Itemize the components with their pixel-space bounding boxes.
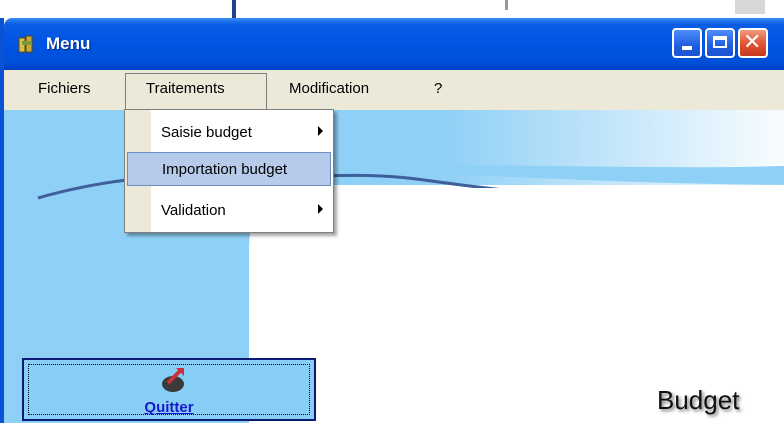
menu-item-importation-budget[interactable]: Importation budget <box>127 152 331 186</box>
menu-traitements[interactable]: Traitements <box>146 80 225 97</box>
minimize-icon <box>682 46 692 50</box>
close-button[interactable]: ✕ <box>738 28 768 58</box>
background-edge <box>505 0 508 10</box>
quit-button[interactable]: Quitter <box>22 358 316 421</box>
quit-button-label: Quitter <box>144 399 194 416</box>
background-edge <box>735 0 765 14</box>
exit-icon <box>162 368 184 392</box>
title-bar[interactable]: Menu ✕ <box>4 18 784 70</box>
maximize-icon <box>713 36 727 48</box>
menu-fichiers[interactable]: Fichiers <box>38 80 91 97</box>
window-title: Menu <box>46 34 91 53</box>
maximize-button[interactable] <box>705 28 735 58</box>
menu-item-label: Saisie budget <box>161 124 252 141</box>
menu-modification[interactable]: Modification <box>289 80 369 97</box>
background-edge <box>232 0 236 20</box>
menu-item-validation[interactable]: Validation <box>127 194 331 228</box>
submenu-arrow-icon <box>318 204 323 214</box>
menu-item-label: Importation budget <box>162 161 288 178</box>
submenu-arrow-icon <box>318 126 323 136</box>
close-icon: ✕ <box>743 30 762 55</box>
budget-logo-text: Budget <box>657 385 740 415</box>
app-icon <box>18 35 33 53</box>
traitements-dropdown: Saisie budget Importation budget Validat… <box>124 109 334 233</box>
menu-help[interactable]: ? <box>434 80 442 97</box>
minimize-button[interactable] <box>672 28 702 58</box>
menu-bar: Fichiers Traitements Modification ? <box>4 70 784 110</box>
menu-item-saisie-budget[interactable]: Saisie budget <box>127 116 331 150</box>
menu-item-label: Validation <box>161 202 226 219</box>
